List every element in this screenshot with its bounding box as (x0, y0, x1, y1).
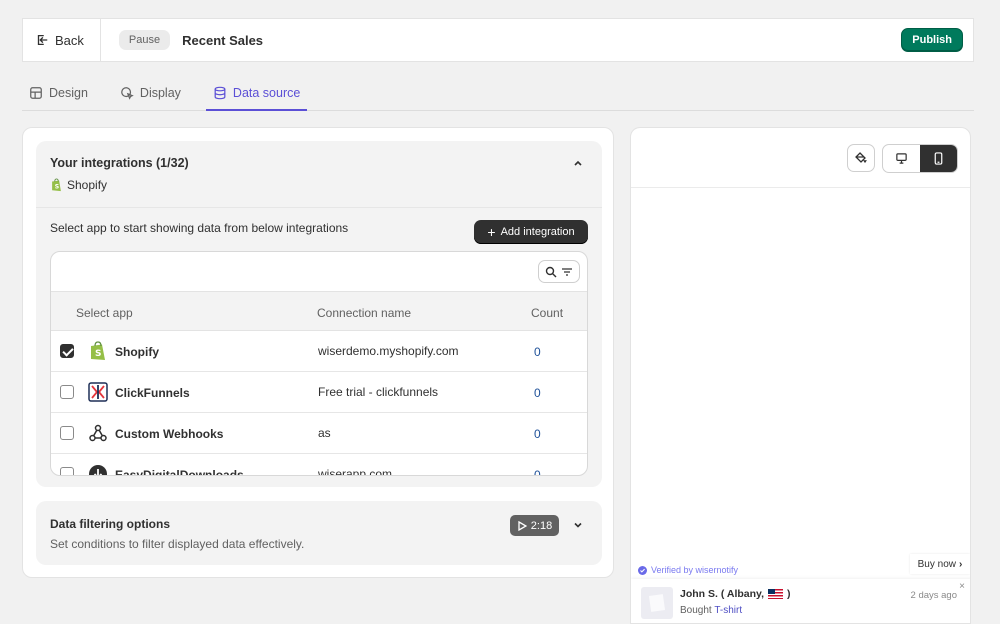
buy-now-label: Buy now (917, 558, 956, 570)
search-icon (545, 266, 557, 277)
publish-button[interactable]: Publish (901, 28, 963, 52)
verified-check-icon (638, 565, 647, 575)
row-checkbox[interactable] (60, 385, 74, 399)
table-header: Select app Connection name Count (51, 291, 587, 331)
device-toggle (882, 144, 958, 173)
notification-time: 2 days ago (910, 590, 957, 601)
active-integration-name: Shopify (67, 178, 108, 192)
table-row[interactable]: ClickFunnels Free trial - clickfunnels 0 (51, 372, 587, 413)
product-thumbnail (641, 587, 673, 619)
column-count: Count (531, 306, 564, 320)
connection-name: Free trial - clickfunnels (318, 385, 439, 399)
data-filtering-card[interactable]: Data filtering options Set conditions to… (36, 501, 602, 565)
active-integration: S Shopify (50, 178, 107, 192)
mobile-view-button[interactable] (920, 145, 957, 172)
close-icon[interactable]: × (959, 581, 965, 592)
column-connection-name: Connection name (317, 306, 412, 320)
page-title: Recent Sales (182, 32, 264, 48)
integrations-title: Your integrations (1/32) (50, 156, 189, 170)
app-name: ClickFunnels (115, 386, 190, 400)
desktop-view-button[interactable] (883, 145, 920, 172)
integrations-table: Select app Connection name Count S Shopi… (50, 251, 588, 476)
shopify-icon: S (52, 178, 61, 192)
app-name: Custom Webhooks (115, 427, 224, 441)
add-integration-button[interactable]: + Add integration (474, 220, 588, 244)
notification-preview[interactable]: John S. ( Albany, ) Bought T-shirt 2 day… (631, 579, 970, 623)
paint-bucket-icon (855, 152, 867, 163)
connection-name: wiserapp.com (318, 467, 393, 476)
svg-text:S: S (95, 349, 101, 359)
top-bar: Back Pause Recent Sales Publish (22, 18, 974, 62)
shopify-icon: S (91, 341, 105, 360)
purchase-action: Bought T-shirt (680, 605, 742, 616)
tab-design[interactable]: Design (22, 76, 95, 110)
plus-icon: + (487, 224, 496, 240)
easy-digital-downloads-icon (89, 465, 107, 475)
play-icon (518, 520, 527, 531)
tab-bar: Design Display Data source (22, 76, 974, 111)
verified-badge: Verified by wisernotify (631, 561, 751, 579)
filtering-subtitle: Set conditions to filter displayed data … (50, 537, 305, 551)
back-label: Back (55, 32, 84, 48)
column-select-app: Select app (76, 306, 133, 320)
customer-name-suffix: ) (787, 588, 791, 600)
video-duration: 2:18 (530, 519, 553, 532)
app-name: EasyDigitalDownloads (115, 468, 244, 476)
app-name: Shopify (115, 345, 159, 359)
tab-data-source[interactable]: Data source (205, 76, 308, 111)
chevron-down-icon[interactable] (572, 519, 584, 531)
buy-now-button[interactable]: Buy now › (910, 554, 970, 574)
table-row[interactable]: Custom Webhooks as 0 (51, 413, 587, 454)
settings-panel: Your integrations (1/32) S Shopify Selec… (22, 127, 614, 578)
verified-label: Verified by wisernotify (651, 565, 739, 575)
table-row[interactable]: EasyDigitalDownloads wiserapp.com 0 (51, 454, 587, 476)
row-checkbox[interactable] (60, 426, 74, 440)
status-badge: Pause (118, 30, 171, 50)
chevron-up-icon[interactable] (572, 157, 584, 169)
display-icon (121, 87, 134, 100)
design-icon (30, 87, 42, 99)
preview-panel: Buy now › Verified by wisernotify John S… (630, 127, 971, 624)
tab-design-label: Design (49, 86, 88, 100)
count-link[interactable]: 0 (534, 386, 541, 400)
back-button[interactable]: Back (23, 19, 101, 61)
svg-text:S: S (55, 184, 59, 191)
filtering-title: Data filtering options (50, 517, 170, 531)
webhook-icon (89, 424, 107, 442)
video-tutorial-button[interactable]: 2:18 (510, 515, 559, 536)
search-filter-button[interactable] (538, 260, 580, 283)
tab-data-source-label: Data source (232, 85, 301, 100)
product-name: T-shirt (714, 605, 743, 616)
mobile-icon (934, 152, 943, 165)
integrations-card: Your integrations (1/32) S Shopify Selec… (36, 141, 602, 487)
row-checkbox[interactable] (60, 467, 74, 475)
count-link[interactable]: 0 (534, 427, 541, 441)
filter-icon (562, 267, 572, 276)
divider (36, 207, 602, 208)
select-app-hint: Select app to start showing data from be… (50, 221, 349, 235)
customer-name-text: John S. ( Albany, (680, 588, 765, 600)
customer-name: John S. ( Albany, ) (680, 588, 791, 600)
exit-icon (37, 34, 48, 46)
row-checkbox[interactable] (60, 344, 74, 358)
customize-style-button[interactable] (847, 144, 875, 172)
connection-name: as (318, 426, 331, 440)
database-icon (214, 86, 226, 99)
connection-name: wiserdemo.myshopify.com (318, 344, 459, 358)
count-link[interactable]: 0 (534, 468, 541, 475)
us-flag-icon (768, 589, 784, 599)
desktop-icon (896, 153, 907, 164)
count-link[interactable]: 0 (534, 345, 541, 359)
tab-display[interactable]: Display (113, 76, 188, 110)
table-row[interactable]: S Shopify wiserdemo.myshopify.com 0 (51, 331, 587, 372)
clickfunnels-icon (88, 382, 108, 402)
preview-toolbar (631, 128, 970, 188)
tab-display-label: Display (139, 86, 181, 100)
action-text: Bought (680, 605, 712, 616)
add-integration-label: Add integration (500, 226, 575, 238)
chevron-right-icon: › (959, 558, 963, 570)
